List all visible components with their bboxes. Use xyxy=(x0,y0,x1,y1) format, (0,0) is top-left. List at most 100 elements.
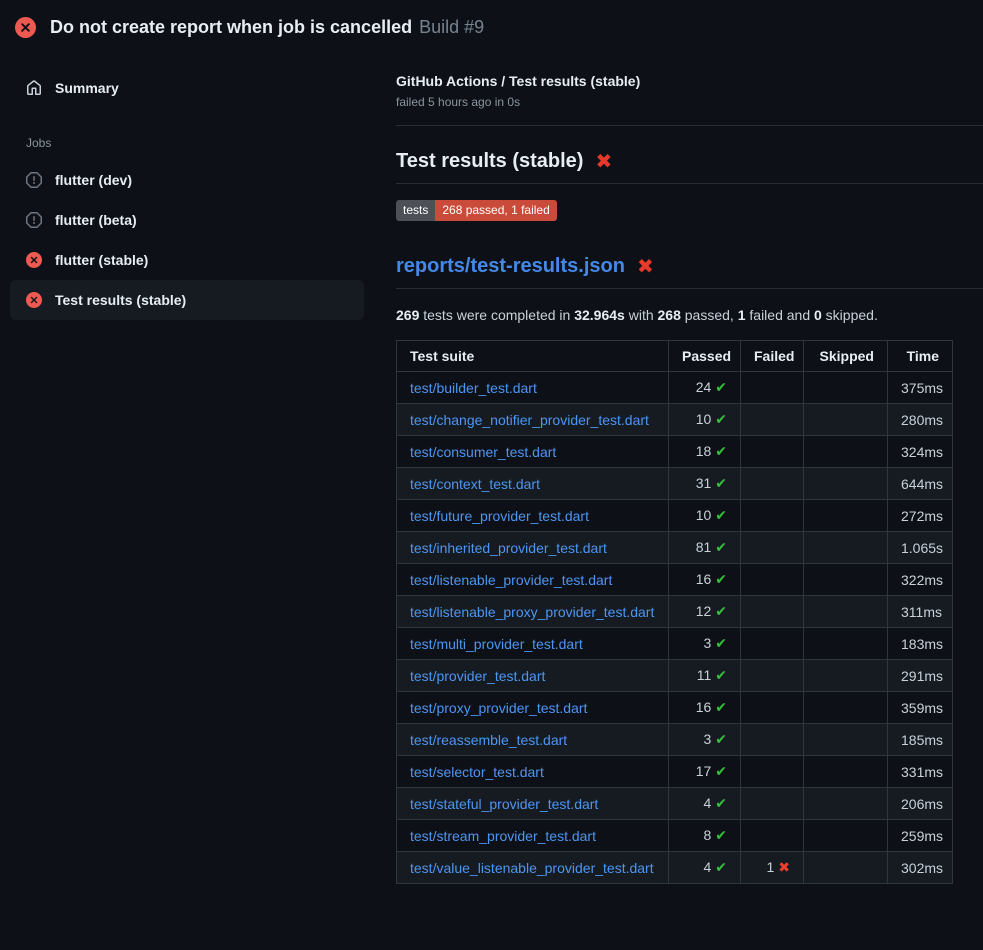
time-cell: 206ms xyxy=(888,788,953,820)
suite-link[interactable]: test/change_notifier_provider_test.dart xyxy=(410,412,649,428)
suite-cell: test/stream_provider_test.dart xyxy=(397,820,669,852)
passed-cell: 81✔ xyxy=(669,532,741,564)
table-row: test/change_notifier_provider_test.dart1… xyxy=(397,404,953,436)
suite-link[interactable]: test/reassemble_test.dart xyxy=(410,732,567,748)
passed-cell: 12✔ xyxy=(669,596,741,628)
suite-link[interactable]: test/multi_provider_test.dart xyxy=(410,636,583,652)
failed-cell xyxy=(741,500,804,532)
failed-cell xyxy=(741,756,804,788)
failed-x-icon: ✖ xyxy=(595,152,612,172)
check-icon: ✔ xyxy=(715,763,727,779)
check-icon: ✔ xyxy=(715,475,727,491)
suite-link[interactable]: test/builder_test.dart xyxy=(410,380,537,396)
main-content: GitHub Actions / Test results (stable) f… xyxy=(396,52,983,884)
skipped-cell xyxy=(804,820,888,852)
column-header-suite: Test suite xyxy=(397,341,669,372)
passed-cell: 16✔ xyxy=(669,564,741,596)
suite-link[interactable]: test/listenable_provider_test.dart xyxy=(410,572,612,588)
suite-cell: test/listenable_provider_test.dart xyxy=(397,564,669,596)
sidebar-job-item[interactable]: flutter (dev) xyxy=(10,160,364,200)
passed-cell: 4✔ xyxy=(669,788,741,820)
table-row: test/inherited_provider_test.dart81✔1.06… xyxy=(397,532,953,564)
suite-cell: test/context_test.dart xyxy=(397,468,669,500)
total-time: 32.964s xyxy=(574,307,625,323)
skipped-cell xyxy=(804,532,888,564)
suite-link[interactable]: test/provider_test.dart xyxy=(410,668,545,684)
table-row: test/listenable_proxy_provider_test.dart… xyxy=(397,596,953,628)
summary-sentence: 269 tests were completed in 32.964s with… xyxy=(396,307,983,323)
suite-link[interactable]: test/stateful_provider_test.dart xyxy=(410,796,598,812)
x-circle-icon xyxy=(26,292,42,308)
job-label: Test results (stable) xyxy=(55,290,186,310)
summary-text: skipped. xyxy=(822,307,878,323)
failed-cell xyxy=(741,436,804,468)
passed-cell: 3✔ xyxy=(669,628,741,660)
failed-cell xyxy=(741,628,804,660)
sidebar-job-item[interactable]: Test results (stable) xyxy=(10,280,364,320)
time-cell: 331ms xyxy=(888,756,953,788)
test-results-table: Test suite Passed Failed Skipped Time te… xyxy=(396,340,953,884)
table-row: test/multi_provider_test.dart 3✔ 183ms xyxy=(397,628,953,660)
failed-build-icon xyxy=(15,17,36,38)
results-table-body: test/builder_test.dart24✔375mstest/chang… xyxy=(397,372,953,884)
time-cell: 280ms xyxy=(888,404,953,436)
time-cell: 644ms xyxy=(888,468,953,500)
table-row: test/provider_test.dart11✔291ms xyxy=(397,660,953,692)
check-icon: ✔ xyxy=(715,571,727,587)
failed-cell xyxy=(741,532,804,564)
skipped-cell xyxy=(804,404,888,436)
suite-link[interactable]: test/proxy_provider_test.dart xyxy=(410,700,587,716)
suite-link[interactable]: test/value_listenable_provider_test.dart xyxy=(410,860,654,876)
suite-link[interactable]: test/inherited_provider_test.dart xyxy=(410,540,607,556)
check-icon: ✔ xyxy=(715,731,727,747)
check-icon: ✔ xyxy=(715,859,727,875)
time-cell: 375ms xyxy=(888,372,953,404)
failed-cell xyxy=(741,564,804,596)
passed-count: 268 xyxy=(658,307,681,323)
passed-cell: 16✔ xyxy=(669,692,741,724)
sidebar-job-item[interactable]: flutter (stable) xyxy=(10,240,364,280)
run-meta: failed 5 hours ago in 0s xyxy=(396,95,983,109)
job-label: flutter (beta) xyxy=(55,210,137,230)
time-cell: 272ms xyxy=(888,500,953,532)
time-cell: 183ms xyxy=(888,628,953,660)
suite-link[interactable]: test/future_provider_test.dart xyxy=(410,508,589,524)
divider xyxy=(396,125,983,126)
failed-count: 1 xyxy=(738,307,746,323)
jobs-list: flutter (dev) flutter (beta) flutter (st… xyxy=(10,160,364,320)
suite-link[interactable]: test/selector_test.dart xyxy=(410,764,544,780)
failed-cell xyxy=(741,372,804,404)
suite-link[interactable]: test/context_test.dart xyxy=(410,476,540,492)
skipped-count: 0 xyxy=(814,307,822,323)
x-icon: ✖ xyxy=(778,859,790,875)
badge-label: tests xyxy=(396,200,435,221)
stop-icon xyxy=(26,212,42,228)
passed-cell: 4✔ xyxy=(669,852,741,884)
sidebar-job-item[interactable]: flutter (beta) xyxy=(10,200,364,240)
summary-text: tests were completed in xyxy=(419,307,574,323)
column-header-time: Time xyxy=(888,341,953,372)
skipped-cell xyxy=(804,596,888,628)
skipped-cell xyxy=(804,628,888,660)
column-header-passed: Passed xyxy=(669,341,741,372)
report-file-link[interactable]: reports/test-results.json xyxy=(396,255,625,278)
failed-cell xyxy=(741,692,804,724)
check-icon: ✔ xyxy=(715,667,727,683)
tests-badge: tests 268 passed, 1 failed xyxy=(396,200,557,221)
table-row: test/consumer_test.dart18✔324ms xyxy=(397,436,953,468)
build-header: Do not create report when job is cancell… xyxy=(0,0,983,52)
passed-cell: 24✔ xyxy=(669,372,741,404)
check-icon: ✔ xyxy=(715,795,727,811)
failed-cell xyxy=(741,596,804,628)
stop-icon xyxy=(26,172,42,188)
suite-link[interactable]: test/listenable_proxy_provider_test.dart xyxy=(410,604,654,620)
failed-x-icon: ✖ xyxy=(637,257,654,277)
table-row: test/context_test.dart31✔644ms xyxy=(397,468,953,500)
suite-link[interactable]: test/stream_provider_test.dart xyxy=(410,828,596,844)
summary-text: with xyxy=(625,307,658,323)
sidebar-item-summary[interactable]: Summary xyxy=(10,68,364,108)
job-label: flutter (stable) xyxy=(55,250,148,270)
suite-link[interactable]: test/consumer_test.dart xyxy=(410,444,556,460)
table-row: test/builder_test.dart 24✔ 375ms xyxy=(397,372,953,404)
check-icon: ✔ xyxy=(715,411,727,427)
